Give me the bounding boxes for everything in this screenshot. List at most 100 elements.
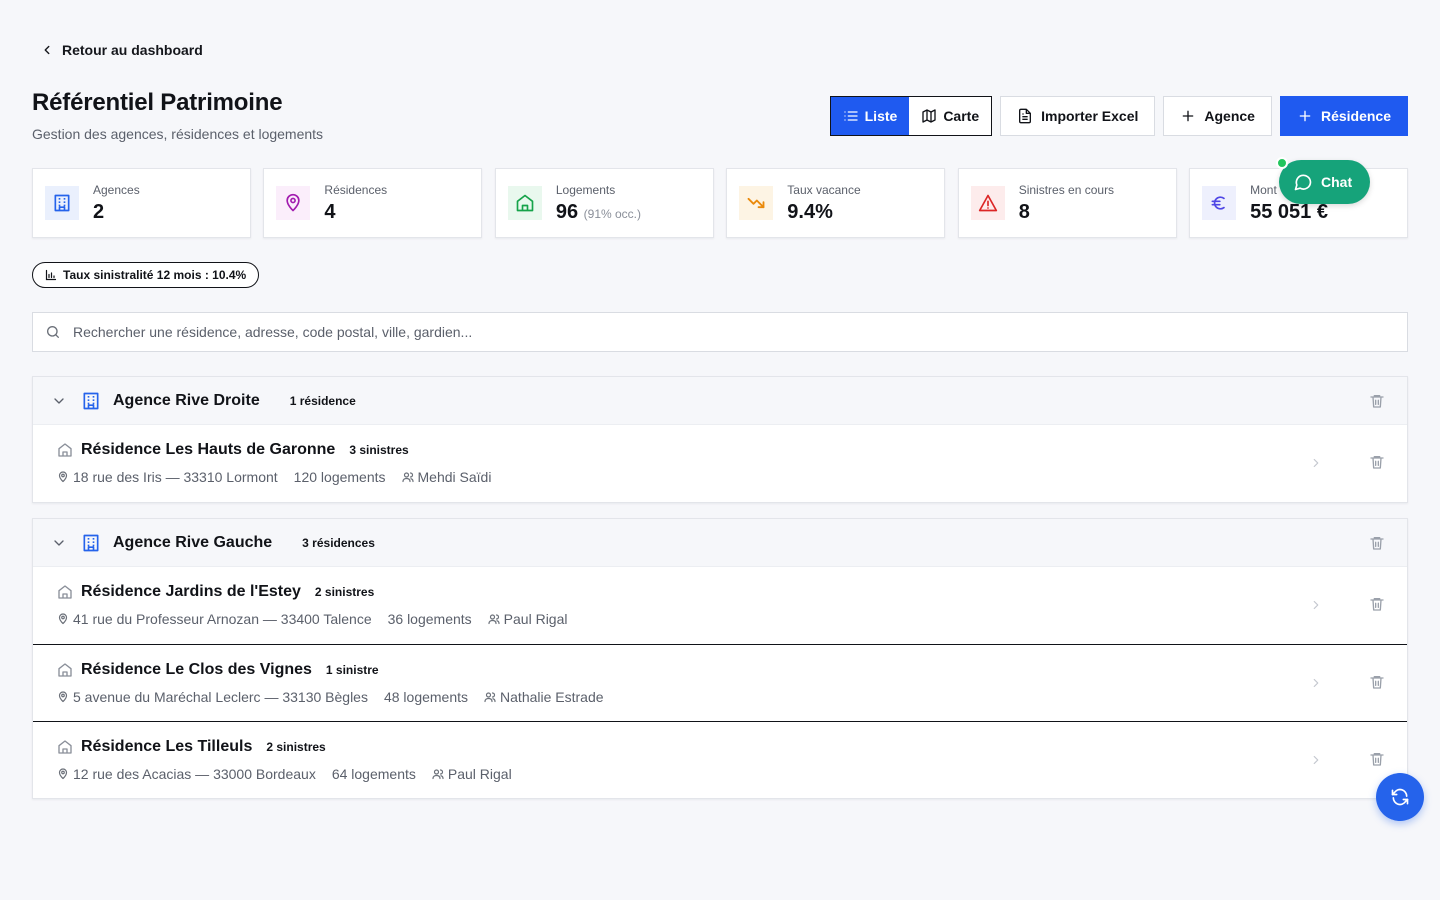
stat-value: 8 (1018, 200, 1030, 223)
back-to-dashboard-link[interactable]: Retour au dashboard (40, 42, 203, 58)
residence-name: Résidence Les Tilleuls (81, 738, 253, 755)
chevron-left-icon (40, 43, 54, 57)
add-residence-button[interactable]: Résidence (1279, 96, 1408, 136)
stat-value-wrap: 96 (91% occ.) (556, 201, 641, 224)
agency-group: Agence Rive Gauche 3 résidences Résidenc… (32, 518, 1408, 799)
agency-name: Agence Rive Gauche (113, 533, 273, 551)
claims-rate-label: Taux sinistralité 12 mois : 10.4% (63, 268, 247, 282)
residence-address: 12 rue des Acacias — 33000 Bordeaux (73, 766, 316, 782)
occupancy-rate: (91% occ.) (583, 206, 642, 221)
agency-name: Agence Rive Droite (113, 391, 260, 409)
stat-label: Logements (555, 182, 616, 197)
search-icon (45, 324, 61, 340)
online-status-dot (1276, 157, 1288, 169)
search-bar (32, 312, 1408, 352)
stat-value: 9.4% (787, 200, 833, 223)
trash-icon[interactable] (1369, 454, 1385, 470)
add-agency-label: Agence (1204, 108, 1255, 124)
stat-label: Agences (93, 182, 140, 197)
chevron-right-icon[interactable] (1309, 676, 1323, 690)
keeper-name: Paul Rigal (503, 611, 568, 627)
stat-value: 4 (324, 200, 336, 223)
residence-name: Résidence Le Clos des Vignes (81, 661, 312, 678)
stat-label: Résidences (324, 182, 388, 197)
claims-badge: 1 sinistre (325, 663, 379, 677)
agency-header[interactable]: Agence Rive Droite 1 résidence (33, 377, 1407, 425)
keeper-name: Nathalie Estrade (500, 689, 604, 705)
residence-row[interactable]: Résidence Les Hauts de Garonne 3 sinistr… (33, 425, 1407, 502)
agency-header[interactable]: Agence Rive Gauche 3 résidences (33, 519, 1407, 567)
map-icon (921, 108, 937, 124)
view-toggle: Liste Carte (829, 96, 993, 136)
trending-down-icon (739, 186, 774, 220)
stat-card-agencies: Agences 2 (32, 168, 251, 238)
building-icon (81, 533, 101, 553)
add-agency-button[interactable]: Agence (1163, 96, 1272, 136)
residence-address: 41 rue du Professeur Arnozan — 33400 Tal… (73, 611, 372, 627)
residence-row[interactable]: Résidence Jardins de l'Estey 2 sinistres… (33, 567, 1407, 644)
search-input[interactable] (73, 324, 1373, 340)
chevron-right-icon[interactable] (1309, 753, 1323, 767)
keeper-name: Mehdi Saïdi (417, 469, 492, 485)
residence-units: 64 logements (331, 766, 416, 782)
trash-icon[interactable] (1369, 535, 1385, 551)
residence-row[interactable]: Résidence Le Clos des Vignes 1 sinistre … (33, 644, 1407, 721)
home-icon (57, 442, 73, 458)
chevron-right-icon[interactable] (1309, 598, 1323, 612)
toolbar: Liste Carte Importer Excel Agence Réside… (829, 96, 1408, 136)
chevron-right-icon[interactable] (1309, 456, 1323, 470)
claims-badge: 2 sinistres (314, 585, 375, 599)
import-excel-label: Importer Excel (1041, 108, 1139, 124)
chat-button[interactable]: Chat (1279, 160, 1370, 204)
residence-units: 48 logements (383, 689, 469, 705)
agency-residence-count: 1 résidence (289, 393, 356, 408)
view-map-label: Carte (943, 108, 980, 124)
residence-row[interactable]: Résidence Les Tilleuls 2 sinistres 12 ru… (33, 721, 1407, 798)
stat-label: Sinistres en cours (1018, 182, 1115, 197)
agency-group: Agence Rive Droite 1 résidence Résidence… (32, 376, 1408, 503)
residence-keeper: Mehdi Saïdi (401, 469, 492, 485)
residence-name: Résidence Les Hauts de Garonne (81, 441, 336, 458)
users-icon (401, 471, 414, 483)
users-icon (488, 613, 500, 625)
map-pin-icon (276, 186, 311, 220)
bar-chart-icon (45, 269, 57, 281)
file-text-icon (1017, 108, 1033, 124)
view-map-button[interactable]: Carte (909, 97, 992, 135)
message-circle-icon (1293, 172, 1313, 192)
keeper-name: Paul Rigal (447, 766, 512, 782)
stat-card-claims: Sinistres en cours 8 (957, 168, 1177, 238)
trash-icon[interactable] (1369, 751, 1385, 767)
stat-card-vacancy: Taux vacance 9.4% (726, 168, 946, 238)
agency-residence-count: 3 résidences (302, 535, 375, 550)
refresh-icon (1390, 787, 1410, 807)
refresh-button[interactable] (1376, 773, 1424, 821)
trash-icon[interactable] (1369, 596, 1385, 612)
chevron-down-icon[interactable] (51, 393, 67, 409)
plus-icon (1180, 108, 1196, 124)
stat-value: 96 (555, 200, 579, 223)
home-icon (57, 662, 73, 678)
claims-badge: 2 sinistres (266, 740, 326, 754)
claims-badge: 3 sinistres (349, 443, 409, 457)
trash-icon[interactable] (1369, 674, 1385, 690)
trash-icon[interactable] (1369, 393, 1385, 409)
view-list-label: Liste (864, 108, 898, 124)
home-icon (57, 584, 73, 600)
home-icon (507, 186, 542, 220)
map-pin-icon (57, 471, 69, 483)
chat-label: Chat (1321, 174, 1353, 190)
stat-label: Taux vacance (787, 182, 861, 197)
residence-name: Résidence Jardins de l'Estey (81, 583, 301, 600)
alert-triangle-icon (970, 186, 1005, 220)
map-pin-icon (57, 613, 69, 625)
stat-card-residences: Résidences 4 (263, 168, 483, 238)
stat-value: 2 (93, 200, 105, 223)
page-subtitle: Gestion des agences, résidences et logem… (32, 126, 324, 142)
chevron-down-icon[interactable] (51, 535, 67, 551)
view-list-button[interactable]: Liste (830, 97, 910, 135)
residence-address: 5 avenue du Maréchal Leclerc — 33130 Bèg… (73, 689, 368, 705)
home-icon (57, 739, 73, 755)
import-excel-button[interactable]: Importer Excel (1000, 96, 1156, 136)
residence-keeper: Nathalie Estrade (484, 689, 604, 705)
